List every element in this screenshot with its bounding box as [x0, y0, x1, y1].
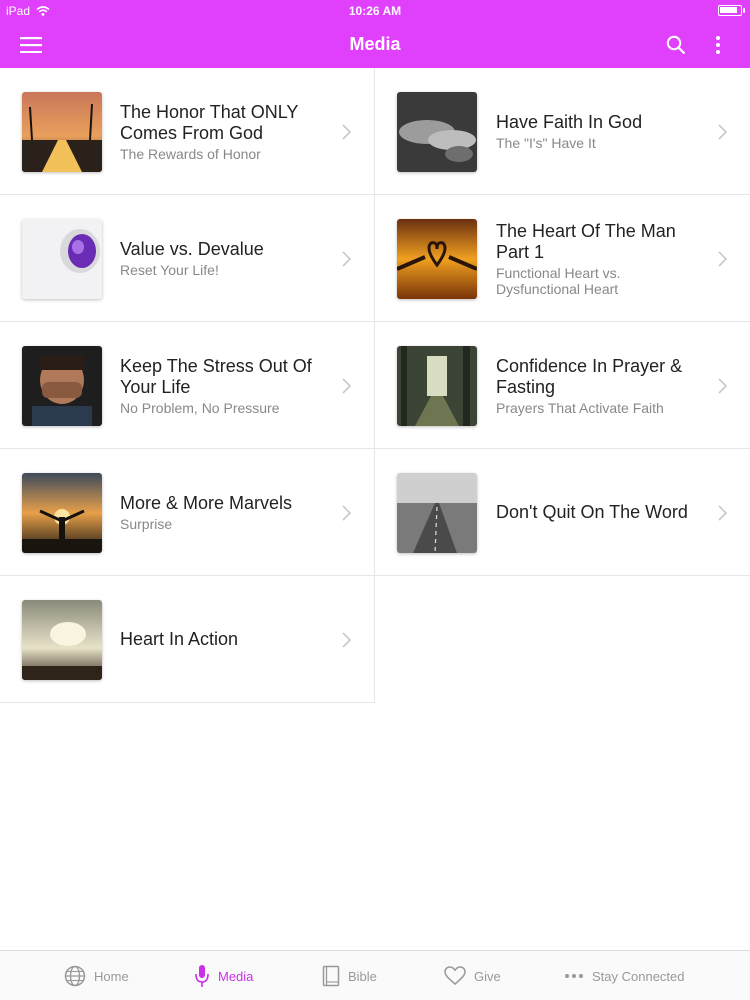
- empty-cell: [375, 576, 750, 703]
- item-subtitle: Reset Your Life!: [120, 262, 219, 278]
- item-subtitle: The "I's" Have It: [496, 135, 596, 151]
- microphone-icon: [195, 965, 209, 987]
- nav-bar: Media: [0, 22, 750, 68]
- chevron-right-icon: [342, 378, 352, 394]
- grid-row: Value vs. Devalue Reset Your Life! The H…: [0, 195, 750, 322]
- globe-icon: [64, 965, 86, 987]
- item-title: Don't Quit On The Word: [496, 502, 688, 522]
- chevron-right-icon: [718, 124, 728, 140]
- item-title: More & More Marvels: [120, 493, 293, 513]
- battery-icon: [718, 5, 745, 16]
- chevron-right-icon: [342, 124, 352, 140]
- thumbnail-image: [22, 600, 102, 680]
- top-bar: iPad 10:26 AM Media: [0, 0, 750, 68]
- media-item[interactable]: More & More Marvels Surprise: [0, 449, 375, 576]
- page-title: Media: [349, 34, 401, 54]
- tab-bible[interactable]: Bible: [322, 951, 377, 1000]
- chevron-right-icon: [718, 378, 728, 394]
- item-title: Keep The Stress Out Of Your Life: [120, 355, 312, 397]
- heart-icon: [444, 966, 466, 985]
- media-item[interactable]: Confidence In Prayer & Fasting Prayers T…: [375, 322, 750, 449]
- tab-label: Bible: [348, 968, 377, 984]
- chevron-right-icon: [342, 505, 352, 521]
- item-title: The Honor That ONLY Comes From God: [120, 101, 299, 143]
- grid-row: Heart In Action: [0, 576, 750, 703]
- item-subtitle: Functional Heart vs. Dysfunctional Heart: [496, 264, 621, 297]
- thumbnail-image: [22, 473, 102, 553]
- status-bar: iPad 10:26 AM: [0, 0, 750, 22]
- vertical-dots-icon: [716, 36, 720, 54]
- tab-label: Media: [218, 968, 254, 984]
- item-title: Heart In Action: [120, 629, 239, 649]
- chevron-right-icon: [718, 505, 728, 521]
- media-item[interactable]: Heart In Action: [0, 576, 375, 703]
- search-button[interactable]: [661, 30, 691, 60]
- media-item[interactable]: The Heart Of The Man Part 1 Functional H…: [375, 195, 750, 322]
- tab-stay-connected[interactable]: Stay Connected: [564, 951, 685, 1000]
- media-item[interactable]: Don't Quit On The Word: [375, 449, 750, 576]
- item-title: Value vs. Devalue: [120, 239, 264, 259]
- tab-bar: Home Media Bible Give Stay Connected: [0, 950, 750, 1000]
- grid-row: More & More Marvels Surprise Don't Quit …: [0, 449, 750, 576]
- thumbnail-image: [397, 346, 477, 426]
- item-subtitle: Prayers That Activate Faith: [496, 399, 664, 416]
- media-item[interactable]: Keep The Stress Out Of Your Life No Prob…: [0, 322, 375, 449]
- grid-row: Keep The Stress Out Of Your Life No Prob…: [0, 322, 750, 449]
- tab-label: Stay Connected: [592, 968, 685, 984]
- item-title: Have Faith In God: [496, 112, 643, 132]
- tab-give[interactable]: Give: [444, 951, 501, 1000]
- chevron-right-icon: [342, 632, 352, 648]
- thumbnail-image: [397, 473, 477, 553]
- item-title: Confidence In Prayer & Fasting: [496, 355, 683, 397]
- media-item[interactable]: Have Faith In God The "I's" Have It: [375, 68, 750, 195]
- chevron-right-icon: [718, 251, 728, 267]
- more-options-button[interactable]: [703, 30, 733, 60]
- battery-level: [720, 7, 737, 13]
- tab-label: Home: [94, 968, 129, 984]
- book-icon: [322, 965, 340, 987]
- media-grid: The Honor That ONLY Comes From God The R…: [0, 68, 750, 703]
- tab-label: Give: [474, 968, 501, 984]
- grid-row: The Honor That ONLY Comes From God The R…: [0, 68, 750, 195]
- thumbnail-image: [22, 219, 102, 299]
- thumbnail-image: [22, 92, 102, 172]
- item-title: The Heart Of The Man Part 1: [496, 220, 676, 262]
- item-subtitle: Surprise: [120, 516, 173, 532]
- chevron-right-icon: [342, 251, 352, 267]
- status-time: 10:26 AM: [348, 4, 402, 18]
- tab-home[interactable]: Home: [64, 951, 129, 1000]
- media-item[interactable]: Value vs. Devalue Reset Your Life!: [0, 195, 375, 322]
- media-item[interactable]: The Honor That ONLY Comes From God The R…: [0, 68, 375, 195]
- thumbnail-image: [397, 219, 477, 299]
- search-icon: [666, 35, 686, 55]
- thumbnail-image: [22, 346, 102, 426]
- thumbnail-image: [397, 92, 477, 172]
- more-dots-icon: [565, 974, 583, 978]
- tab-media[interactable]: Media: [194, 951, 253, 1000]
- item-subtitle: The Rewards of Honor: [120, 145, 261, 162]
- item-subtitle: No Problem, No Pressure: [120, 399, 280, 416]
